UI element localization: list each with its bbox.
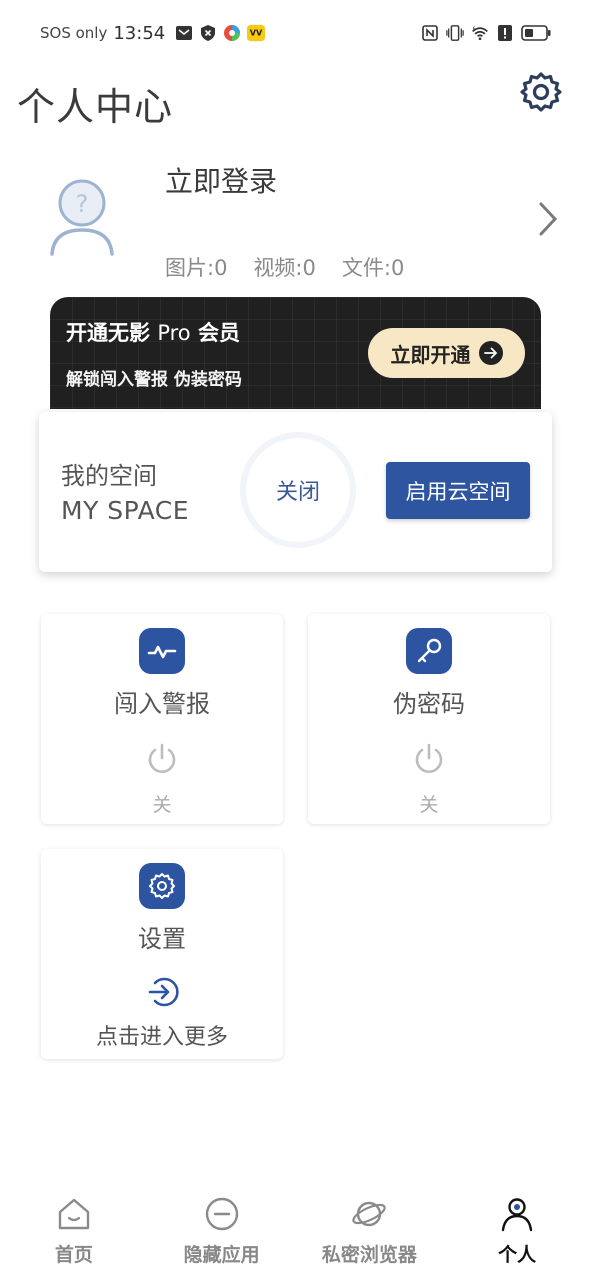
svg-text:6: 6: [473, 27, 476, 33]
space-subtitle: MY SPACE: [61, 496, 190, 525]
fake-password-tile[interactable]: 伪密码 关: [308, 614, 550, 824]
pulse-icon: [139, 628, 185, 674]
nav-label-private-browser: 私密浏览器: [321, 1244, 417, 1266]
space-toggle-label: 关闭: [275, 480, 320, 505]
nav-item-home[interactable]: 首页: [0, 1188, 148, 1280]
clock: 13:54: [113, 22, 166, 44]
power-icon[interactable]: [145, 742, 179, 776]
settings-tile[interactable]: 设置 点击进入更多: [41, 849, 283, 1059]
more-settings-link[interactable]: 点击进入更多: [41, 1019, 283, 1051]
carrier-text: SOS only: [40, 24, 108, 42]
key-icon: [406, 628, 452, 674]
intrusion-alert-label: 闯入警报: [114, 690, 210, 718]
svg-text:?: ?: [76, 190, 89, 218]
intrusion-alert-state: 关: [152, 794, 172, 816]
pro-membership-banner[interactable]: 开通无影 Pro 会员 解锁闯入警报 伪装密码 立即开通: [50, 297, 541, 409]
bottom-nav: 首页 隐藏应用 私密浏览器 个人: [0, 1188, 591, 1280]
pro-title-suffix: 会员: [197, 321, 240, 345]
gear-icon: [139, 863, 185, 909]
wifi-6-icon: 6: [471, 24, 489, 42]
battery-icon: [521, 24, 551, 42]
vibrate-icon: [446, 24, 464, 42]
stat-videos: 视频:0: [253, 256, 316, 280]
nfc-icon: [421, 24, 439, 42]
mail-icon: [175, 24, 193, 42]
arrow-right-icon: [478, 341, 503, 365]
chevron-right-icon[interactable]: [534, 200, 562, 238]
nav-item-hidden-apps[interactable]: 隐藏应用: [148, 1188, 296, 1280]
activate-pro-label: 立即开通: [390, 342, 471, 367]
login-link[interactable]: 立即登录: [165, 160, 277, 200]
pro-title-prefix: 开通无影: [66, 321, 150, 345]
media-stats: 图片:0 视频:0 文件:0: [165, 252, 404, 282]
avatar[interactable]: ?: [48, 178, 116, 256]
shield-x-icon: [199, 24, 217, 42]
planet-icon: [351, 1196, 387, 1232]
pro-title-pro: Pro: [157, 321, 191, 345]
gear-icon[interactable]: [520, 71, 562, 113]
nav-label-hidden-apps: 隐藏应用: [183, 1244, 260, 1266]
page-title: 个人中心: [17, 85, 174, 129]
nav-item-profile[interactable]: 个人: [443, 1188, 591, 1280]
svg-text:VV: VV: [250, 28, 263, 38]
alert-icon: [496, 24, 514, 42]
home-icon: [56, 1196, 92, 1232]
space-title: 我的空间: [61, 462, 157, 490]
fake-password-state: 关: [419, 794, 439, 816]
space-toggle[interactable]: 关闭: [240, 432, 356, 548]
status-bar: SOS only 13:54 VV 6: [0, 0, 591, 66]
colorful-app-icon: [223, 24, 241, 42]
yellow-app-icon: VV: [247, 24, 266, 42]
stat-files: 文件:0: [341, 256, 405, 280]
minus-circle-icon: [204, 1196, 240, 1232]
nav-label-home: 首页: [54, 1244, 93, 1266]
pro-banner-title: 开通无影 Pro 会员: [66, 317, 240, 347]
activate-pro-button[interactable]: 立即开通: [368, 328, 525, 378]
stat-images: 图片:0: [165, 256, 228, 280]
nav-item-private-browser[interactable]: 私密浏览器: [296, 1188, 444, 1280]
fake-password-label: 伪密码: [393, 690, 465, 718]
nav-label-profile: 个人: [498, 1244, 537, 1266]
person-icon: [499, 1196, 535, 1232]
enter-arrow-icon[interactable]: [146, 975, 180, 1009]
enable-cloud-space-button[interactable]: 启用云空间: [386, 462, 530, 519]
power-icon[interactable]: [412, 742, 446, 776]
my-space-card: 我的空间 MY SPACE 关闭 启用云空间: [39, 412, 552, 572]
intrusion-alert-tile[interactable]: 闯入警报 关: [41, 614, 283, 824]
settings-label: 设置: [138, 925, 186, 953]
pro-banner-subtitle: 解锁闯入警报 伪装密码: [66, 370, 242, 390]
